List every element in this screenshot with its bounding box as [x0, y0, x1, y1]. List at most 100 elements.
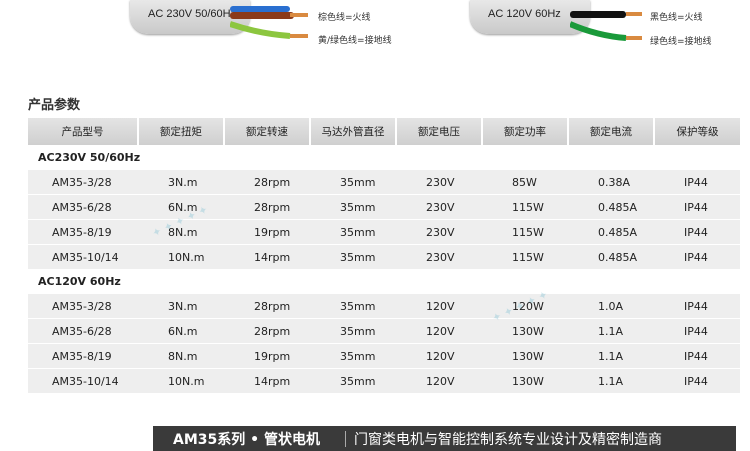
table-cell: 35mm [310, 219, 396, 245]
copper-end [290, 34, 308, 38]
table-cell: 120V [396, 368, 482, 393]
table-row: AM35-8/19 8N.m 19rpm 35mm 120V 130W 1.1A IP44 [28, 343, 740, 369]
table-cell: 28rpm [224, 293, 310, 319]
spec-table: 产品型号 额定扭矩 额定转速 马达外管直径 额定电压 额定功率 额定电流 保护等级 AC230… [28, 118, 740, 393]
table-cell: IP44 [654, 318, 740, 344]
footer-slogan: 门窗类电机与智能控制系统专业设计及精密制造商 [354, 431, 662, 448]
column-header: 额定电流 [567, 118, 654, 145]
column-header: 额定电压 [395, 118, 482, 145]
section-title: 产品参数 [28, 98, 81, 113]
table-cell: AM35-8/19 [28, 219, 138, 245]
wire-legend-green: 绿色线=接地线 [650, 37, 712, 47]
green-wire [570, 21, 627, 41]
table-row: AM35-10/14 10N.m 14rpm 35mm 230V 115W 0.485A IP… [28, 244, 740, 269]
wiring-diagram-230v: AC 230V 50/60Hz 棕色线=火线 黄/绿色线=接地线 [130, 0, 410, 52]
wire-legend-yellow-green: 黄/绿色线=接地线 [318, 36, 392, 46]
table-cell: 85W [482, 169, 568, 195]
column-header: 产品型号 [28, 118, 138, 145]
table-row: AM35-6/28 6N.m 28rpm 35mm 230V 115W 0.485A IP44 [28, 194, 740, 220]
table-cell: 19rpm [224, 219, 310, 245]
table-row: AM35-10/14 10N.m 14rpm 35mm 120V 130W 1.1A IP44 [28, 368, 740, 393]
table-cell: 230V [396, 219, 482, 245]
table-cell: 1.0A [568, 293, 654, 319]
table-cell: 3N.m [138, 169, 224, 195]
table-cell: 10N.m [138, 368, 224, 393]
table-cell: 230V [396, 169, 482, 195]
table-cell: AM35-10/14 [28, 368, 138, 393]
column-header: 额定功率 [481, 118, 568, 145]
table-cell: 115W [482, 194, 568, 220]
table-cell: 120V [396, 293, 482, 319]
table-cell: 28rpm [224, 318, 310, 344]
table-cell: 120V [396, 318, 482, 344]
wiring-diagram-120v: AC 120V 60Hz 黑色线=火线 绿色线=接地线 [470, 0, 730, 52]
table-cell: 0.485A [568, 244, 654, 269]
table-cell: 120V [396, 343, 482, 369]
table-cell: AM35-3/28 [28, 169, 138, 195]
column-header: 马达外管直径 [309, 118, 396, 145]
group-row: AC230V 50/60Hz [28, 145, 740, 170]
table-cell: 0.485A [568, 194, 654, 220]
footer-banner: AM35系列 • 管状电机 门窗类电机与智能控制系统专业设计及精密制造商 [153, 426, 736, 451]
table-cell: 115W [482, 244, 568, 269]
table-cell: AM35-6/28 [28, 318, 138, 344]
table-cell: 35mm [310, 244, 396, 269]
table-cell: 130W [482, 368, 568, 393]
table-cell: 28rpm [224, 169, 310, 195]
table-cell: 8N.m [138, 219, 224, 245]
table-cell: 35mm [310, 169, 396, 195]
table-header-row: 产品型号 额定扭矩 额定转速 马达外管直径 额定电压 额定功率 额定电流 保护等级 [28, 118, 740, 145]
table-cell: 35mm [310, 318, 396, 344]
table-cell: 19rpm [224, 343, 310, 369]
column-header: 额定扭矩 [137, 118, 224, 145]
table-cell: 1.1A [568, 318, 654, 344]
wire-ends-120v [570, 11, 642, 41]
table-cell: IP44 [654, 194, 740, 220]
voltage-label-120v: AC 120V 60Hz [488, 8, 561, 20]
brown-wire [230, 12, 294, 19]
table-cell: 0.485A [568, 219, 654, 245]
table-cell: AM35-3/28 [28, 293, 138, 319]
table-cell: 3N.m [138, 293, 224, 319]
table-cell: AM35-8/19 [28, 343, 138, 369]
table-cell: 1.1A [568, 343, 654, 369]
column-header: 额定转速 [223, 118, 310, 145]
group-label: AC230V 50/60Hz [28, 145, 740, 170]
table-cell: AM35-10/14 [28, 244, 138, 269]
table-cell: 0.38A [568, 169, 654, 195]
wire-legend-brown: 棕色线=火线 [318, 13, 371, 23]
group-label: AC120V 60Hz [28, 269, 740, 294]
table-cell: IP44 [654, 343, 740, 369]
yellow-green-wire [230, 21, 291, 39]
copper-end [626, 12, 642, 16]
table-cell: 1.1A [568, 368, 654, 393]
table-cell: 14rpm [224, 368, 310, 393]
wire-legend-black: 黑色线=火线 [650, 13, 703, 23]
table-cell: 6N.m [138, 194, 224, 220]
footer-series: AM35系列 • 管状电机 [173, 431, 320, 448]
table-row: AM35-3/28 3N.m 28rpm 35mm 120V 120W 1.0A IP44 [28, 293, 740, 319]
table-row: AM35-6/28 6N.m 28rpm 35mm 120V 130W 1.1A IP44 [28, 318, 740, 344]
table-row: AM35-3/28 3N.m 28rpm 35mm 230V 85W 0.38A IP44 [28, 169, 740, 195]
table-cell: 130W [482, 343, 568, 369]
footer-divider [345, 430, 346, 447]
table-cell: 14rpm [224, 244, 310, 269]
copper-end [626, 36, 642, 40]
table-cell: 115W [482, 219, 568, 245]
table-cell: 35mm [310, 343, 396, 369]
table-cell: 8N.m [138, 343, 224, 369]
table-cell: IP44 [654, 368, 740, 393]
table-cell: 35mm [310, 194, 396, 220]
table-cell: 230V [396, 194, 482, 220]
table-cell: 28rpm [224, 194, 310, 220]
blue-wire [230, 6, 290, 12]
group-row: AC120V 60Hz [28, 269, 740, 294]
table-cell: 35mm [310, 368, 396, 393]
table-cell: 120W [482, 293, 568, 319]
wire-ends-230v [230, 6, 308, 39]
table-cell: 230V [396, 244, 482, 269]
table-cell: IP44 [654, 244, 740, 269]
table-cell: 6N.m [138, 318, 224, 344]
black-wire [570, 11, 626, 18]
column-header: 保护等级 [653, 118, 740, 145]
